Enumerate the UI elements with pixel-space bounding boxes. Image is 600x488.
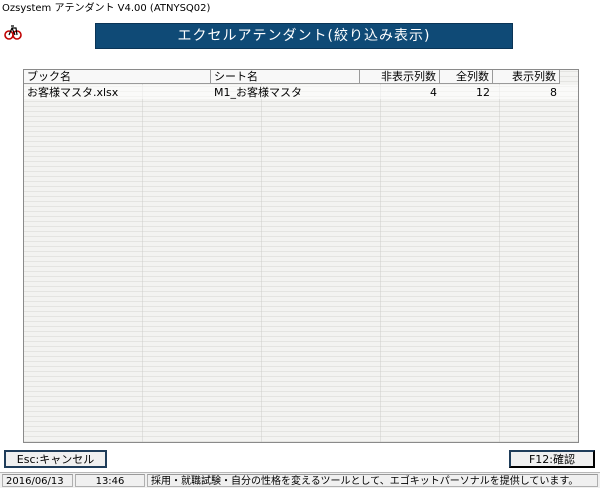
column-header-hidden-columns[interactable]: 非表示列数 [360,70,440,84]
cancel-button[interactable]: Esc:キャンセル [4,450,107,468]
screen-title-banner: エクセルアテンダント(絞り込み表示) [95,23,513,49]
sheet-list-table[interactable]: ブック名 シート名 非表示列数 全列数 表示列数 お客様マスタ.xlsx M1_… [23,69,579,443]
status-bar: 2016/06/13 13:46 採用・就職試験・自分の性格を変えるツールとして… [0,472,600,488]
column-header-total-columns[interactable]: 全列数 [440,70,493,84]
column-header-shown-columns[interactable]: 表示列数 [493,70,560,84]
window-titlebar: Ozsystem アテンダント V4.00 (ATNYSQ02) [0,0,600,18]
window-title: Ozsystem アテンダント V4.00 (ATNYSQ02) [2,3,211,14]
column-header-sheet[interactable]: シート名 [211,70,360,84]
cell-hidden-columns[interactable]: 4 [360,86,440,99]
column-header-book[interactable]: ブック名 [24,70,211,84]
cell-total-columns[interactable]: 12 [440,86,493,99]
status-time: 13:46 [75,474,145,487]
cell-book-name[interactable]: お客様マスタ.xlsx [24,86,211,99]
status-message: 採用・就職試験・自分の性格を変えるツールとして、エゴキットパーソナルを提供してい… [147,474,598,487]
confirm-button[interactable]: F12:確認 [509,450,595,468]
bicycle-icon [4,25,22,40]
cell-sheet-name[interactable]: M1_お客様マスタ [211,86,360,99]
cell-shown-columns[interactable]: 8 [493,86,560,99]
status-date: 2016/06/13 [2,474,73,487]
